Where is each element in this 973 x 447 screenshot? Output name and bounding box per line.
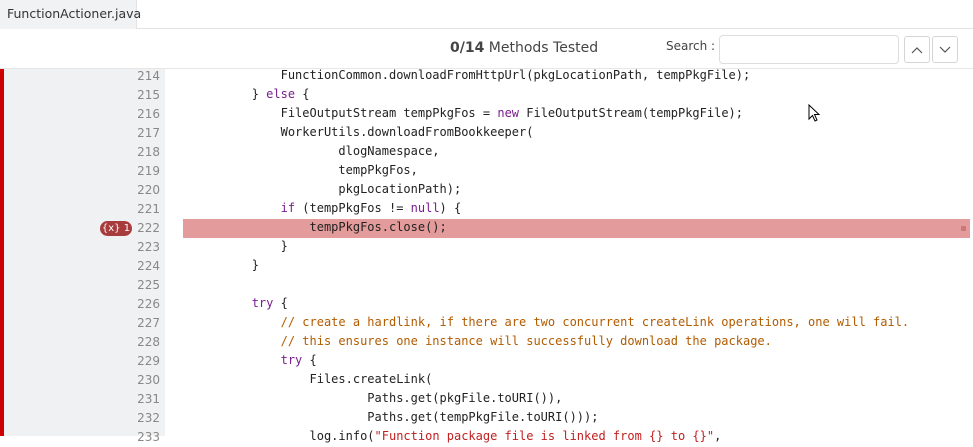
code-view: 214 FunctionCommon.downloadFromHttpUrl(p… — [100, 67, 973, 447]
line-number: 228 — [137, 335, 160, 349]
line-number: 219 — [137, 164, 160, 178]
previous-match-button[interactable] — [904, 36, 930, 63]
code-text: FunctionCommon.downloadFromHttpUrl(pkgLo… — [165, 68, 751, 82]
line-number: 227 — [137, 316, 160, 330]
line-number: 216 — [137, 107, 160, 121]
code-line: 228 // this ensures one instance will su… — [137, 333, 973, 352]
line-number: 225 — [137, 278, 160, 292]
code-text: // create a hardlink, if there are two c… — [165, 315, 910, 329]
code-line: 226 try { — [137, 295, 973, 314]
line-number: 214 — [137, 69, 160, 83]
search-label: Search : — [666, 39, 716, 53]
code-line: 221 if (tempPkgFos != null) { — [137, 200, 973, 219]
code-line: {x} 1 222 tempPkgFos.close(); — [100, 219, 973, 238]
tab-bar: FunctionActioner.java — [0, 0, 973, 29]
code-line: 227 // create a hardlink, if there are t… — [137, 314, 973, 333]
code-line: 216 FileOutputStream tempPkgFos = new Fi… — [137, 105, 973, 124]
line-number: 233 — [137, 430, 160, 444]
line-number: 230 — [137, 373, 160, 387]
code-text: Files.createLink( — [165, 372, 433, 386]
line-number: 229 — [137, 354, 160, 368]
line-number: 222 — [137, 221, 160, 235]
line-number: 221 — [137, 202, 160, 216]
line-number: 226 — [137, 297, 160, 311]
chevron-up-icon — [911, 46, 923, 53]
code-text: // this ensures one instance will succes… — [165, 334, 772, 348]
code-text: } else { — [165, 87, 310, 101]
code-text: pkgLocationPath); — [165, 182, 462, 196]
line-number: 218 — [137, 145, 160, 159]
search-input[interactable] — [719, 35, 899, 64]
code-text: try { — [280, 353, 317, 367]
code-line: 215 } else { — [137, 86, 973, 105]
line-number: 223 — [137, 240, 160, 254]
code-line: 223 } — [137, 238, 973, 257]
coverage-header: 0/14 Methods Tested Search : — [0, 29, 973, 69]
code-text: } — [165, 239, 288, 253]
tab-file[interactable]: FunctionActioner.java — [0, 0, 141, 29]
code-text: Paths.get(tempPkgFile.toURI())); — [165, 410, 599, 424]
code-line: 220 pkgLocationPath); — [137, 181, 973, 200]
tested-label: Methods Tested — [488, 40, 599, 56]
line-number: 220 — [137, 183, 160, 197]
code-line: 230 Files.createLink( — [137, 371, 973, 390]
code-line: 224 } — [137, 257, 973, 276]
code-text: log.info("Function package file is linke… — [165, 429, 722, 443]
code-text: } — [165, 258, 259, 272]
code-line: 214 FunctionCommon.downloadFromHttpUrl(p… — [137, 67, 973, 86]
code-text: try { — [251, 296, 288, 310]
code-line: 232 Paths.get(tempPkgFile.toURI())); — [137, 409, 973, 428]
code-text: tempPkgFos.close(); — [165, 220, 447, 234]
line-number: 215 — [137, 88, 160, 102]
mouse-cursor-icon — [808, 104, 821, 122]
code-text: if (tempPkgFos != null) { — [280, 201, 462, 215]
code-line: 217 WorkerUtils.downloadFromBookkeeper( — [137, 124, 973, 143]
tested-count: 0/14 — [450, 40, 485, 56]
code-text: FileOutputStream tempPkgFos = new FileOu… — [165, 106, 743, 120]
line-number: 231 — [137, 392, 160, 406]
code-line: 218 dlogNamespace, — [137, 143, 973, 162]
code-text: dlogNamespace, — [165, 144, 440, 158]
marker-dot — [961, 226, 966, 231]
code-line: 233 log.info("Function package file is l… — [137, 428, 973, 447]
line-number: 217 — [137, 126, 160, 140]
code-line: 231 Paths.get(pkgFile.toURI()), — [137, 390, 973, 409]
methods-tested: 0/14 Methods Tested — [450, 40, 598, 56]
chevron-down-icon — [939, 46, 951, 53]
code-text: WorkerUtils.downloadFromBookkeeper( — [165, 125, 534, 139]
line-number: 232 — [137, 411, 160, 425]
code-line: 229 try { — [137, 352, 973, 371]
code-line: 219 tempPkgFos, — [137, 162, 973, 181]
code-line: 225 — [137, 276, 973, 295]
line-number: 224 — [137, 259, 160, 273]
code-text: tempPkgFos, — [165, 163, 418, 177]
code-text: Paths.get(pkgFile.toURI()), — [165, 391, 563, 405]
next-match-button[interactable] — [932, 36, 958, 63]
